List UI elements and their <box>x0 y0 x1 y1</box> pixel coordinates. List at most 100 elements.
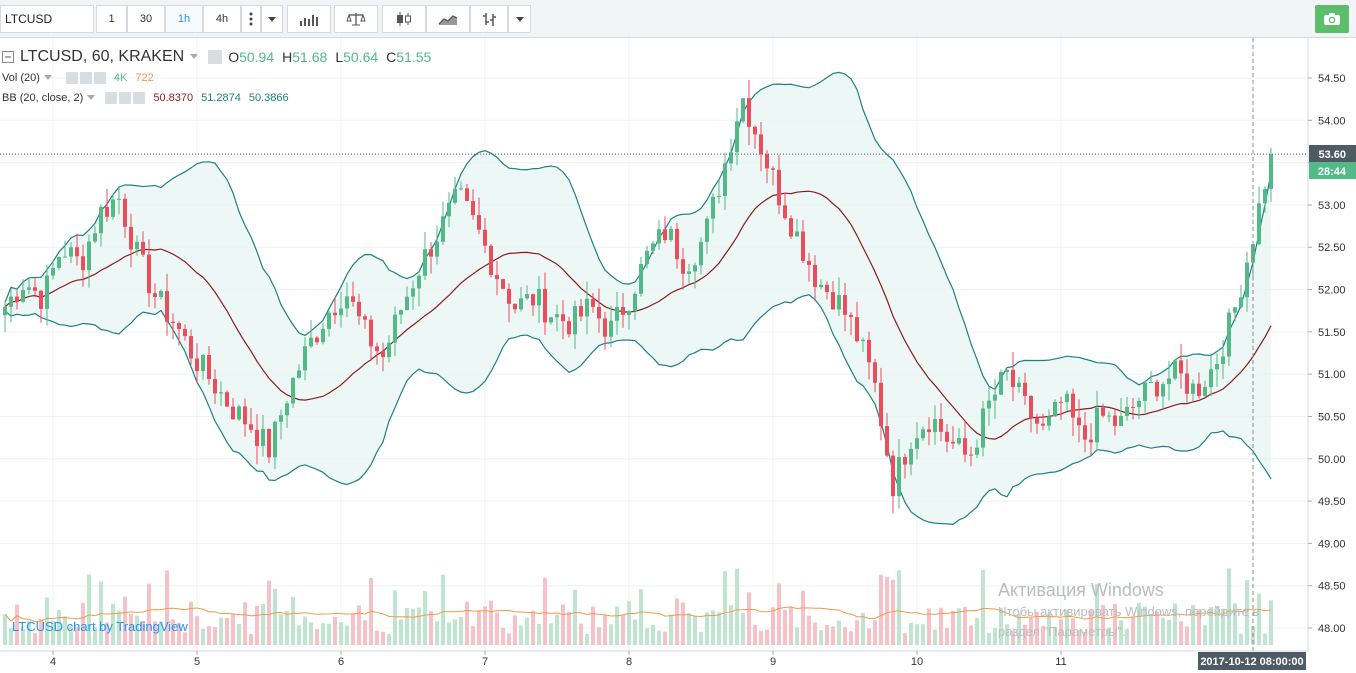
candle-body <box>645 250 649 264</box>
volume-bar <box>609 624 613 645</box>
candles-style-button[interactable] <box>382 5 426 33</box>
candle-body <box>759 134 763 155</box>
style-dropdown-button[interactable] <box>508 5 531 33</box>
chevron-down-icon[interactable] <box>190 54 200 60</box>
volume-bar <box>537 623 541 645</box>
gear-icon[interactable] <box>119 92 132 104</box>
volume-bar <box>1131 616 1135 645</box>
volume-bar <box>585 633 589 645</box>
candle-body <box>1077 417 1081 426</box>
volume-bar <box>465 601 469 645</box>
candle-body <box>867 339 871 363</box>
candle-body <box>633 293 637 312</box>
snapshot-button[interactable] <box>1315 5 1349 33</box>
interval-dropdown-button[interactable] <box>261 5 283 33</box>
close-label: C <box>386 49 397 65</box>
candle-body <box>21 289 25 302</box>
crosshair-time-text: 2017-10-12 08:00:00 <box>1200 656 1303 668</box>
price-axis[interactable] <box>1308 38 1356 673</box>
candle-body <box>417 275 421 289</box>
volume-bar <box>267 580 271 645</box>
interval-1h-button[interactable]: 1h <box>165 5 203 33</box>
close-icon[interactable] <box>133 92 146 104</box>
camera-icon <box>1324 13 1340 25</box>
volume-bar <box>993 628 997 645</box>
volume-bar <box>627 601 631 645</box>
time-tick-label: 9 <box>770 656 776 668</box>
candle-body <box>651 243 655 251</box>
bars-style-button[interactable] <box>470 5 508 33</box>
candle-body <box>1017 382 1021 388</box>
candle-body <box>687 271 691 274</box>
volume-bar <box>945 627 949 645</box>
candle-body <box>699 241 703 266</box>
candle-body <box>873 362 877 383</box>
price-tick-label: 51.00 <box>1318 369 1346 381</box>
candle-body <box>81 256 85 271</box>
chevron-down-icon[interactable] <box>43 75 54 81</box>
candle-body <box>1203 387 1207 397</box>
candle-body <box>1047 416 1051 426</box>
volume-bar <box>789 607 793 645</box>
candle-body <box>585 298 589 317</box>
volume-bar <box>399 619 403 645</box>
chevron-down-icon[interactable] <box>87 95 97 101</box>
volume-bar <box>771 607 775 645</box>
volume-bar <box>573 589 577 645</box>
volume-bar <box>1203 625 1207 645</box>
candle-body <box>177 323 181 329</box>
volume-bar <box>339 622 343 645</box>
candle-body <box>303 346 307 371</box>
candle-body <box>15 296 19 302</box>
interval-1-button[interactable]: 1 <box>96 5 127 33</box>
volume-bar <box>3 614 7 645</box>
collapse-icon[interactable] <box>2 51 14 63</box>
volume-bar <box>279 614 283 645</box>
candle-body <box>1155 381 1159 397</box>
volume-bar <box>375 630 379 645</box>
volume-bar <box>231 613 235 645</box>
eye-icon[interactable] <box>105 92 118 104</box>
candle-body <box>147 254 151 294</box>
gear-icon[interactable] <box>79 72 92 84</box>
candle-body <box>225 392 229 407</box>
volume-bar <box>441 574 445 645</box>
candle-body <box>1209 369 1213 388</box>
close-icon[interactable] <box>93 72 106 84</box>
eye-icon[interactable] <box>65 72 78 84</box>
candle-body <box>735 121 739 153</box>
candle-body <box>105 206 109 217</box>
more-intervals-icon[interactable] <box>241 5 261 33</box>
time-axis[interactable] <box>0 651 1356 673</box>
candle-body <box>135 241 139 250</box>
volume-bar <box>615 606 619 645</box>
candle-body <box>405 296 409 311</box>
windows-activation-title: Активация Windows <box>998 580 1164 600</box>
price-chart[interactable]: 54.5054.0053.5053.0052.5052.0051.5051.00… <box>0 38 1356 673</box>
volume-bar <box>237 623 241 645</box>
candle-body <box>153 293 157 298</box>
symbol-text: LTCUSD <box>5 12 53 26</box>
close-value: 51.55 <box>396 49 432 65</box>
volume-bar <box>1263 633 1267 645</box>
interval-4h-button[interactable]: 4h <box>203 5 241 33</box>
compare-button[interactable] <box>334 5 378 33</box>
indicators-button[interactable] <box>287 5 331 33</box>
top-toolbar: LTCUSD 1 30 1h 4h <box>0 0 1356 38</box>
candle-body <box>525 294 529 299</box>
candle-body <box>603 318 607 337</box>
tradingview-attribution-link[interactable]: LTCUSD chart by TradingView <box>12 619 188 634</box>
volume-bar <box>1179 621 1183 645</box>
interval-30-button[interactable]: 30 <box>127 5 165 33</box>
candle-body <box>231 406 235 420</box>
candle-body <box>789 218 793 237</box>
candle-body <box>39 290 43 309</box>
candle-body <box>1071 393 1075 418</box>
candle-body <box>1227 312 1231 357</box>
symbol-search-input[interactable]: LTCUSD <box>0 5 94 33</box>
area-style-button[interactable] <box>426 5 470 33</box>
candle-body <box>837 295 841 310</box>
settings-icon[interactable] <box>208 50 223 64</box>
volume-bar <box>363 620 367 645</box>
candle-body <box>927 429 931 433</box>
